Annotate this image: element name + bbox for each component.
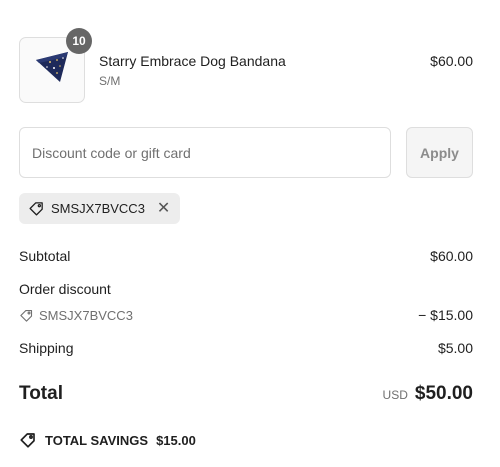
subtotal-label: Subtotal <box>19 248 71 264</box>
remove-discount-close-icon[interactable]: ✕ <box>157 200 170 217</box>
discount-code-text: SMSJX7BVCC3 <box>39 307 133 323</box>
discount-code-input[interactable] <box>19 127 391 178</box>
cart-line-item: 10 Starry Embrace Dog Bandana S/M $60.00 <box>19 28 479 103</box>
savings-label: TOTAL SAVINGS <box>45 432 149 448</box>
applied-code-label: SMSJX7BVCC3 <box>51 201 145 216</box>
product-name: Starry Embrace Dog Bandana <box>99 53 286 69</box>
shipping-label: Shipping <box>19 340 74 356</box>
order-discount-label: Order discount <box>19 281 111 297</box>
total-savings: TOTAL SAVINGS $15.00 <box>19 431 196 449</box>
total-amount: USD $50.00 <box>383 383 473 405</box>
shipping-value: $5.00 <box>437 340 473 356</box>
savings-value: $15.00 <box>156 432 196 448</box>
subtotal-value: $60.00 <box>430 248 473 264</box>
shipping-row: Shipping $5.00 <box>19 340 473 356</box>
product-price: $60.00 <box>430 53 473 69</box>
discount-code-row: SMSJX7BVCC3 − $15.00 <box>19 307 473 323</box>
total-value: $50.00 <box>414 383 473 404</box>
tag-icon <box>20 433 35 448</box>
tag-icon <box>29 202 43 216</box>
total-label: Total <box>19 383 63 404</box>
applied-discount-chip: SMSJX7BVCC3 ✕ <box>19 193 181 224</box>
discount-amount: − $15.00 <box>418 307 473 323</box>
discount-code-line: SMSJX7BVCC3 <box>19 308 133 323</box>
currency-code: USD <box>382 388 408 402</box>
total-row: Total USD $50.00 <box>19 383 473 405</box>
product-variant: S/M <box>99 74 121 88</box>
apply-discount-button[interactable]: Apply <box>406 127 473 178</box>
bandana-image <box>36 52 68 82</box>
quantity-badge: 10 <box>66 28 92 54</box>
subtotal-row: Subtotal $60.00 <box>19 248 473 264</box>
tag-icon <box>20 309 33 322</box>
order-discount-row: Order discount <box>19 281 473 297</box>
